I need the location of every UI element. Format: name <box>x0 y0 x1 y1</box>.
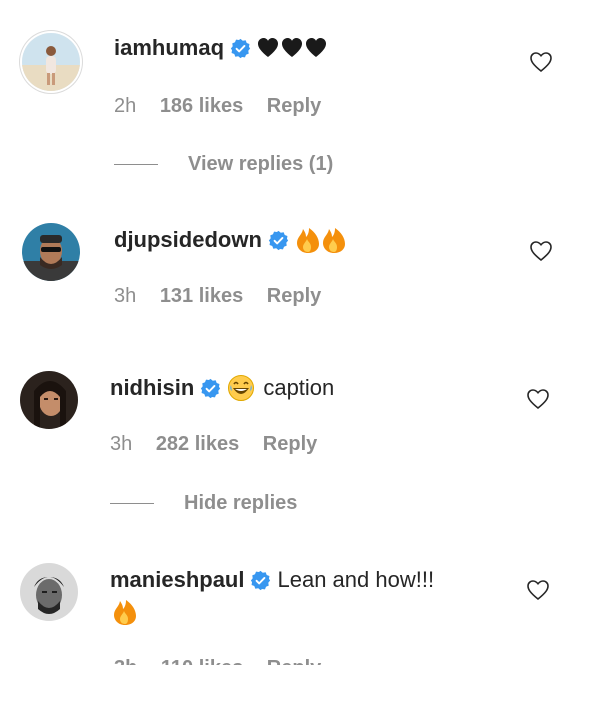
heart-outline-icon[interactable] <box>529 50 553 74</box>
comment-likes[interactable]: 186 likes <box>160 95 243 117</box>
comment-text: Lean and how!!! <box>277 567 435 592</box>
comment-time: 3h <box>114 657 137 665</box>
comment-username[interactable]: iamhumaq <box>114 33 224 63</box>
reply-button[interactable]: Reply <box>267 657 321 665</box>
comment-likes[interactable]: 282 likes <box>156 433 239 455</box>
comment-header: manieshpaul Lean and how!!! <box>110 565 434 595</box>
verified-badge-icon <box>250 570 271 591</box>
comment-meta: 3h 131 likes Reply <box>114 283 339 309</box>
view-replies-button[interactable]: View replies (1) <box>114 153 333 176</box>
laughing-emoji-icon <box>227 374 255 402</box>
comment-header: nidhisin caption <box>110 373 334 403</box>
comment-likes[interactable]: 131 likes <box>160 285 243 307</box>
reply-button[interactable]: Reply <box>267 95 321 117</box>
hide-replies-button[interactable]: Hide replies <box>110 492 297 515</box>
heart-outline-icon[interactable] <box>529 239 553 263</box>
comment-text: caption <box>263 375 335 400</box>
comment-meta: 2h 186 likes Reply <box>114 93 339 119</box>
comment-time: 3h <box>114 285 137 307</box>
comment-time: 3h <box>110 433 133 455</box>
comment-meta: 3h 282 likes Reply <box>110 431 335 457</box>
comment-username[interactable]: manieshpaul <box>110 565 244 595</box>
avatar[interactable] <box>22 223 80 281</box>
comment-meta: 3h 110 likes Reply <box>114 655 339 665</box>
verified-badge-icon <box>268 230 289 251</box>
fire-icon <box>295 226 347 254</box>
comment-likes[interactable]: 110 likes <box>161 657 243 665</box>
reply-button[interactable]: Reply <box>267 285 321 307</box>
verified-badge-icon <box>200 378 221 399</box>
heart-outline-icon[interactable] <box>526 387 550 411</box>
verified-badge-icon <box>230 38 251 59</box>
replies-divider <box>110 503 154 504</box>
heart-outline-icon[interactable] <box>526 578 550 602</box>
replies-divider <box>114 164 158 165</box>
comment-username[interactable]: djupsidedown <box>114 225 262 255</box>
comment-header: djupsidedown <box>114 225 347 255</box>
comment-time: 2h <box>114 95 137 117</box>
avatar[interactable] <box>20 563 78 621</box>
comment-header: iamhumaq <box>114 33 327 63</box>
reply-button[interactable]: Reply <box>263 433 317 455</box>
black-heart-icon <box>257 37 327 59</box>
comment-username[interactable]: nidhisin <box>110 373 194 403</box>
avatar[interactable] <box>20 371 78 429</box>
avatar[interactable] <box>22 33 80 91</box>
fire-icon <box>112 598 138 631</box>
replies-toggle-label: View replies (1) <box>188 153 334 175</box>
replies-toggle-label: Hide replies <box>184 492 298 514</box>
